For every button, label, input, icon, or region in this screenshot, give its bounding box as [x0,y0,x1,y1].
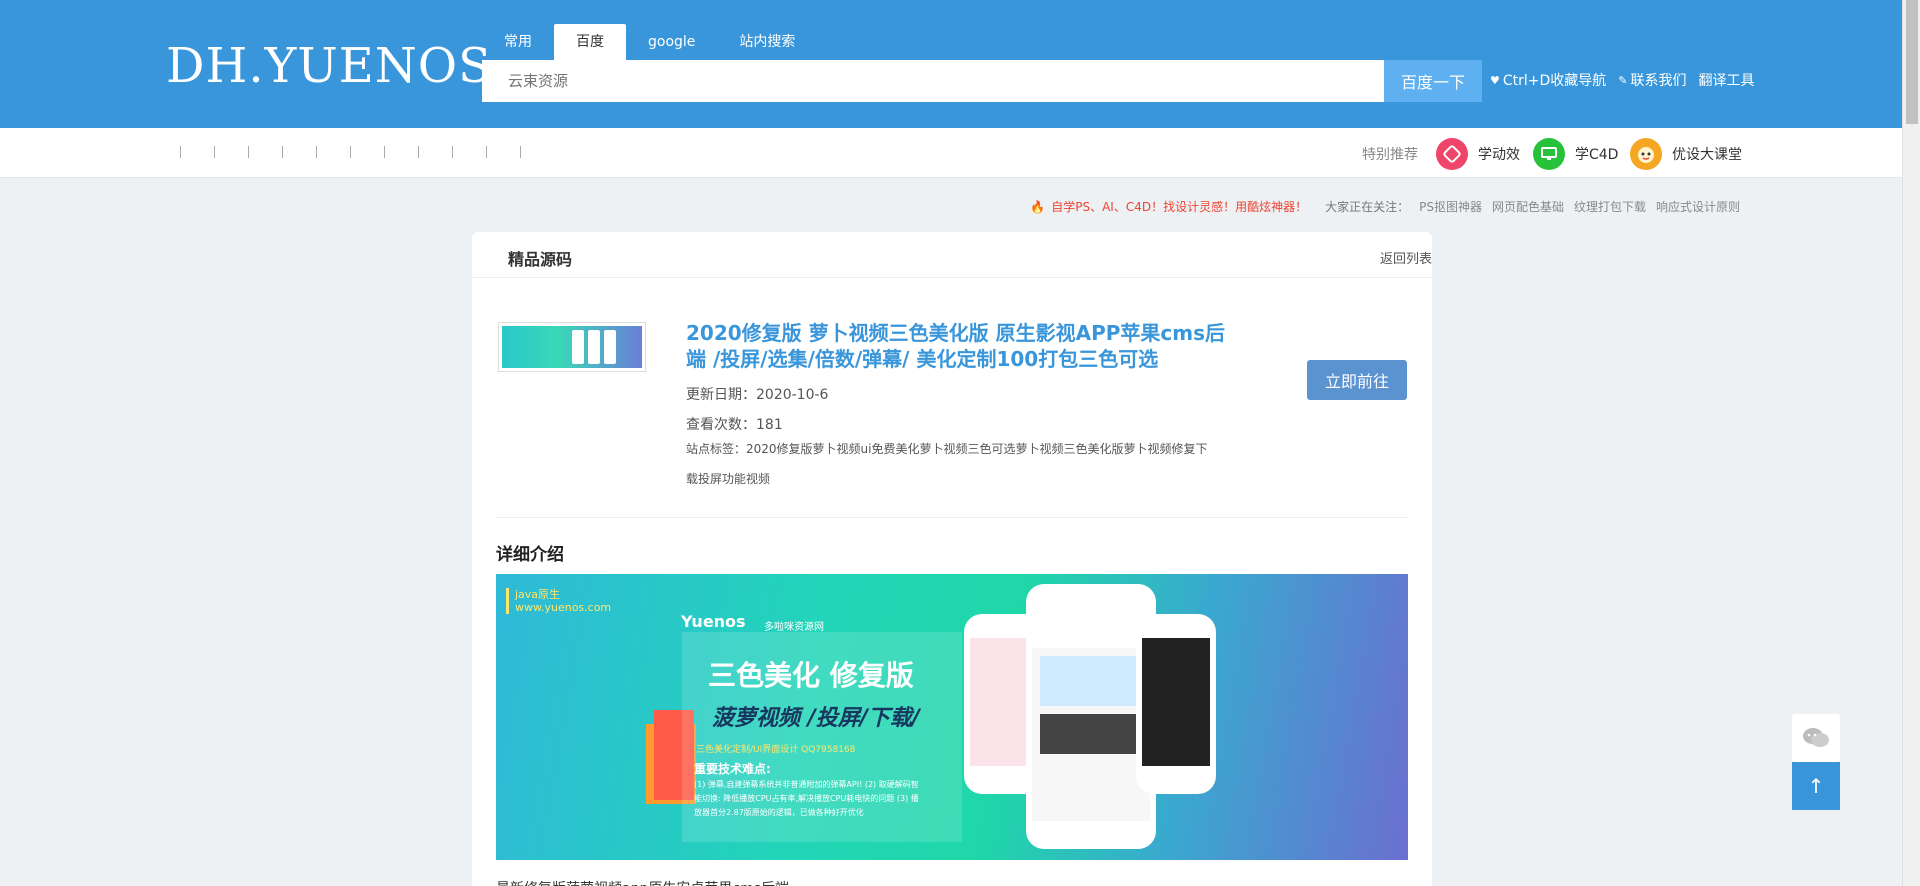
nav-separator [418,146,419,158]
featured-label: 特别推荐 [1362,147,1418,163]
banner-brand-line1: java原生 [515,588,561,601]
card-header: 精品源码 返回列表 [472,232,1432,278]
banner-tech-points: (1) 弹幕,自建弹幕系统并非普通附加的弹幕API! (2) 取硬解码智能切换:… [694,780,919,817]
translate-link[interactable]: 翻译工具 [1699,70,1755,90]
heart-icon: ♥ [1490,73,1500,87]
banner-brand: java原生 www.yuenos.com [506,588,611,614]
nav-separator [384,146,385,158]
detail-title: 详细介绍 [496,545,564,565]
translate-label: 翻译工具 [1698,73,1755,89]
notice-link[interactable]: PS抠图神器 [1419,198,1482,215]
nav-separator [520,146,521,158]
featured-motion[interactable]: 学动效 [1436,138,1520,170]
banner-headline: 三色美化 修复版 [708,659,914,692]
featured-c4d-label: 学C4D [1575,147,1619,163]
notice-bar: 🔥 自学PS、AI、C4D！找设计灵感！用酷炫神器！ 大家正在关注： PS抠图神… [1030,198,1740,215]
film-icon [1436,138,1468,170]
nav-separator [180,146,181,158]
wechat-icon [1803,728,1829,747]
go-now-button[interactable]: 立即前往 [1307,360,1407,400]
tab-google[interactable]: google [626,24,717,60]
banner-logo-sub: 多啦咪资源网 [764,622,824,633]
search-tabs: 常用 百度 google 站内搜索 [482,24,817,60]
nav-separator [486,146,487,158]
featured-class[interactable]: 优设大课堂 [1630,138,1742,170]
mascot-icon [1630,138,1662,170]
notice-link[interactable]: 网页配色基础 [1492,198,1564,215]
featured-class-label: 优设大课堂 [1672,147,1742,163]
nav-separator [214,146,215,158]
fire-icon: 🔥 [1030,199,1046,214]
view-count: 查看次数：181 [686,417,783,433]
header-links: ♥ Ctrl+D收藏导航 ✎ 联系我们 翻译工具 [1490,70,1755,90]
contact-label: 联系我们 [1630,73,1687,89]
detail-banner-image: java原生 www.yuenos.com Yuenos 多啦咪资源网 三色美化… [496,574,1408,860]
tab-common[interactable]: 常用 [482,24,554,60]
nav-separator [282,146,283,158]
nav-separator [248,146,249,158]
site-logo[interactable]: DH.YUENOS [166,38,492,94]
item-title[interactable]: 2020修复版 萝卜视频三色美化版 原生影视APP苹果cms后端 /投屏/选集/… [686,320,1226,372]
item-thumbnail[interactable] [498,322,646,372]
hot-notice[interactable]: 🔥 自学PS、AI、C4D！找设计灵感！用酷炫神器！ [1030,198,1307,215]
banner-logo: Yuenos [681,612,746,631]
banner-brand-line2: www.yuenos.com [515,601,612,614]
tab-baidu[interactable]: 百度 [554,24,626,60]
search-box: 百度一下 [482,60,1482,102]
search-input[interactable] [482,60,1384,102]
divider [496,517,1408,518]
nav-separators [180,146,521,158]
banner-note: 三色美化定制/UI界面设计 QQ7958168 [696,745,856,755]
bookmark-link[interactable]: ♥ Ctrl+D收藏导航 [1490,70,1606,90]
banner-tech-title: 重要技术难点: [694,762,771,776]
featured-motion-label: 学动效 [1478,147,1520,163]
monitor-icon [1533,138,1565,170]
section-title: 精品源码 [508,250,573,269]
nav-bar: 特别推荐 学动效 学C4D 优设大课堂 [0,128,1920,178]
nav-separator [452,146,453,158]
back-to-list-link[interactable]: 返回列表 [1380,248,1432,267]
scrollbar-thumb[interactable] [1906,0,1918,124]
header: DH.YUENOS 常用 百度 google 站内搜索 百度一下 ♥ Ctrl+… [0,0,1920,128]
update-date: 更新日期：2020-10-6 [686,387,829,403]
pen-icon: ✎ [1618,73,1628,87]
notice-link[interactable]: 纹理打包下载 [1574,198,1646,215]
nav-separator [350,146,351,158]
banner-subheadline: 菠萝视频 /投屏/下载/ [712,706,920,731]
contact-link[interactable]: ✎ 联系我们 [1618,70,1686,90]
tab-site-search[interactable]: 站内搜索 [717,24,817,60]
back-to-top-button[interactable]: ↑ [1792,762,1840,810]
nav-separator [316,146,317,158]
bookmark-label: Ctrl+D收藏导航 [1502,73,1607,89]
content-card: 精品源码 返回列表 2020修复版 萝卜视频三色美化版 原生影视APP苹果cms… [472,232,1432,886]
wechat-button[interactable] [1792,714,1840,762]
featured-c4d[interactable]: 学C4D [1533,138,1618,170]
scrollbar[interactable] [1902,0,1920,886]
thumbnail-image [502,326,642,368]
hot-notice-text: 自学PS、AI、C4D！找设计灵感！用酷炫神器！ [1051,200,1308,214]
search-button[interactable]: 百度一下 [1384,60,1482,102]
site-tags: 站点标签：2020修复版萝卜视频ui免费美化萝卜视频三色可选萝卜视频三色美化版萝… [686,442,1208,486]
phone-mockup [1136,614,1216,794]
notice-link[interactable]: 响应式设计原则 [1656,198,1740,215]
arrow-up-icon: ↑ [1807,774,1825,798]
detail-body-text: 最新修复版菠萝视频app原生安卓苹果cms后端 [496,878,789,886]
follow-label: 大家正在关注： [1325,200,1410,214]
